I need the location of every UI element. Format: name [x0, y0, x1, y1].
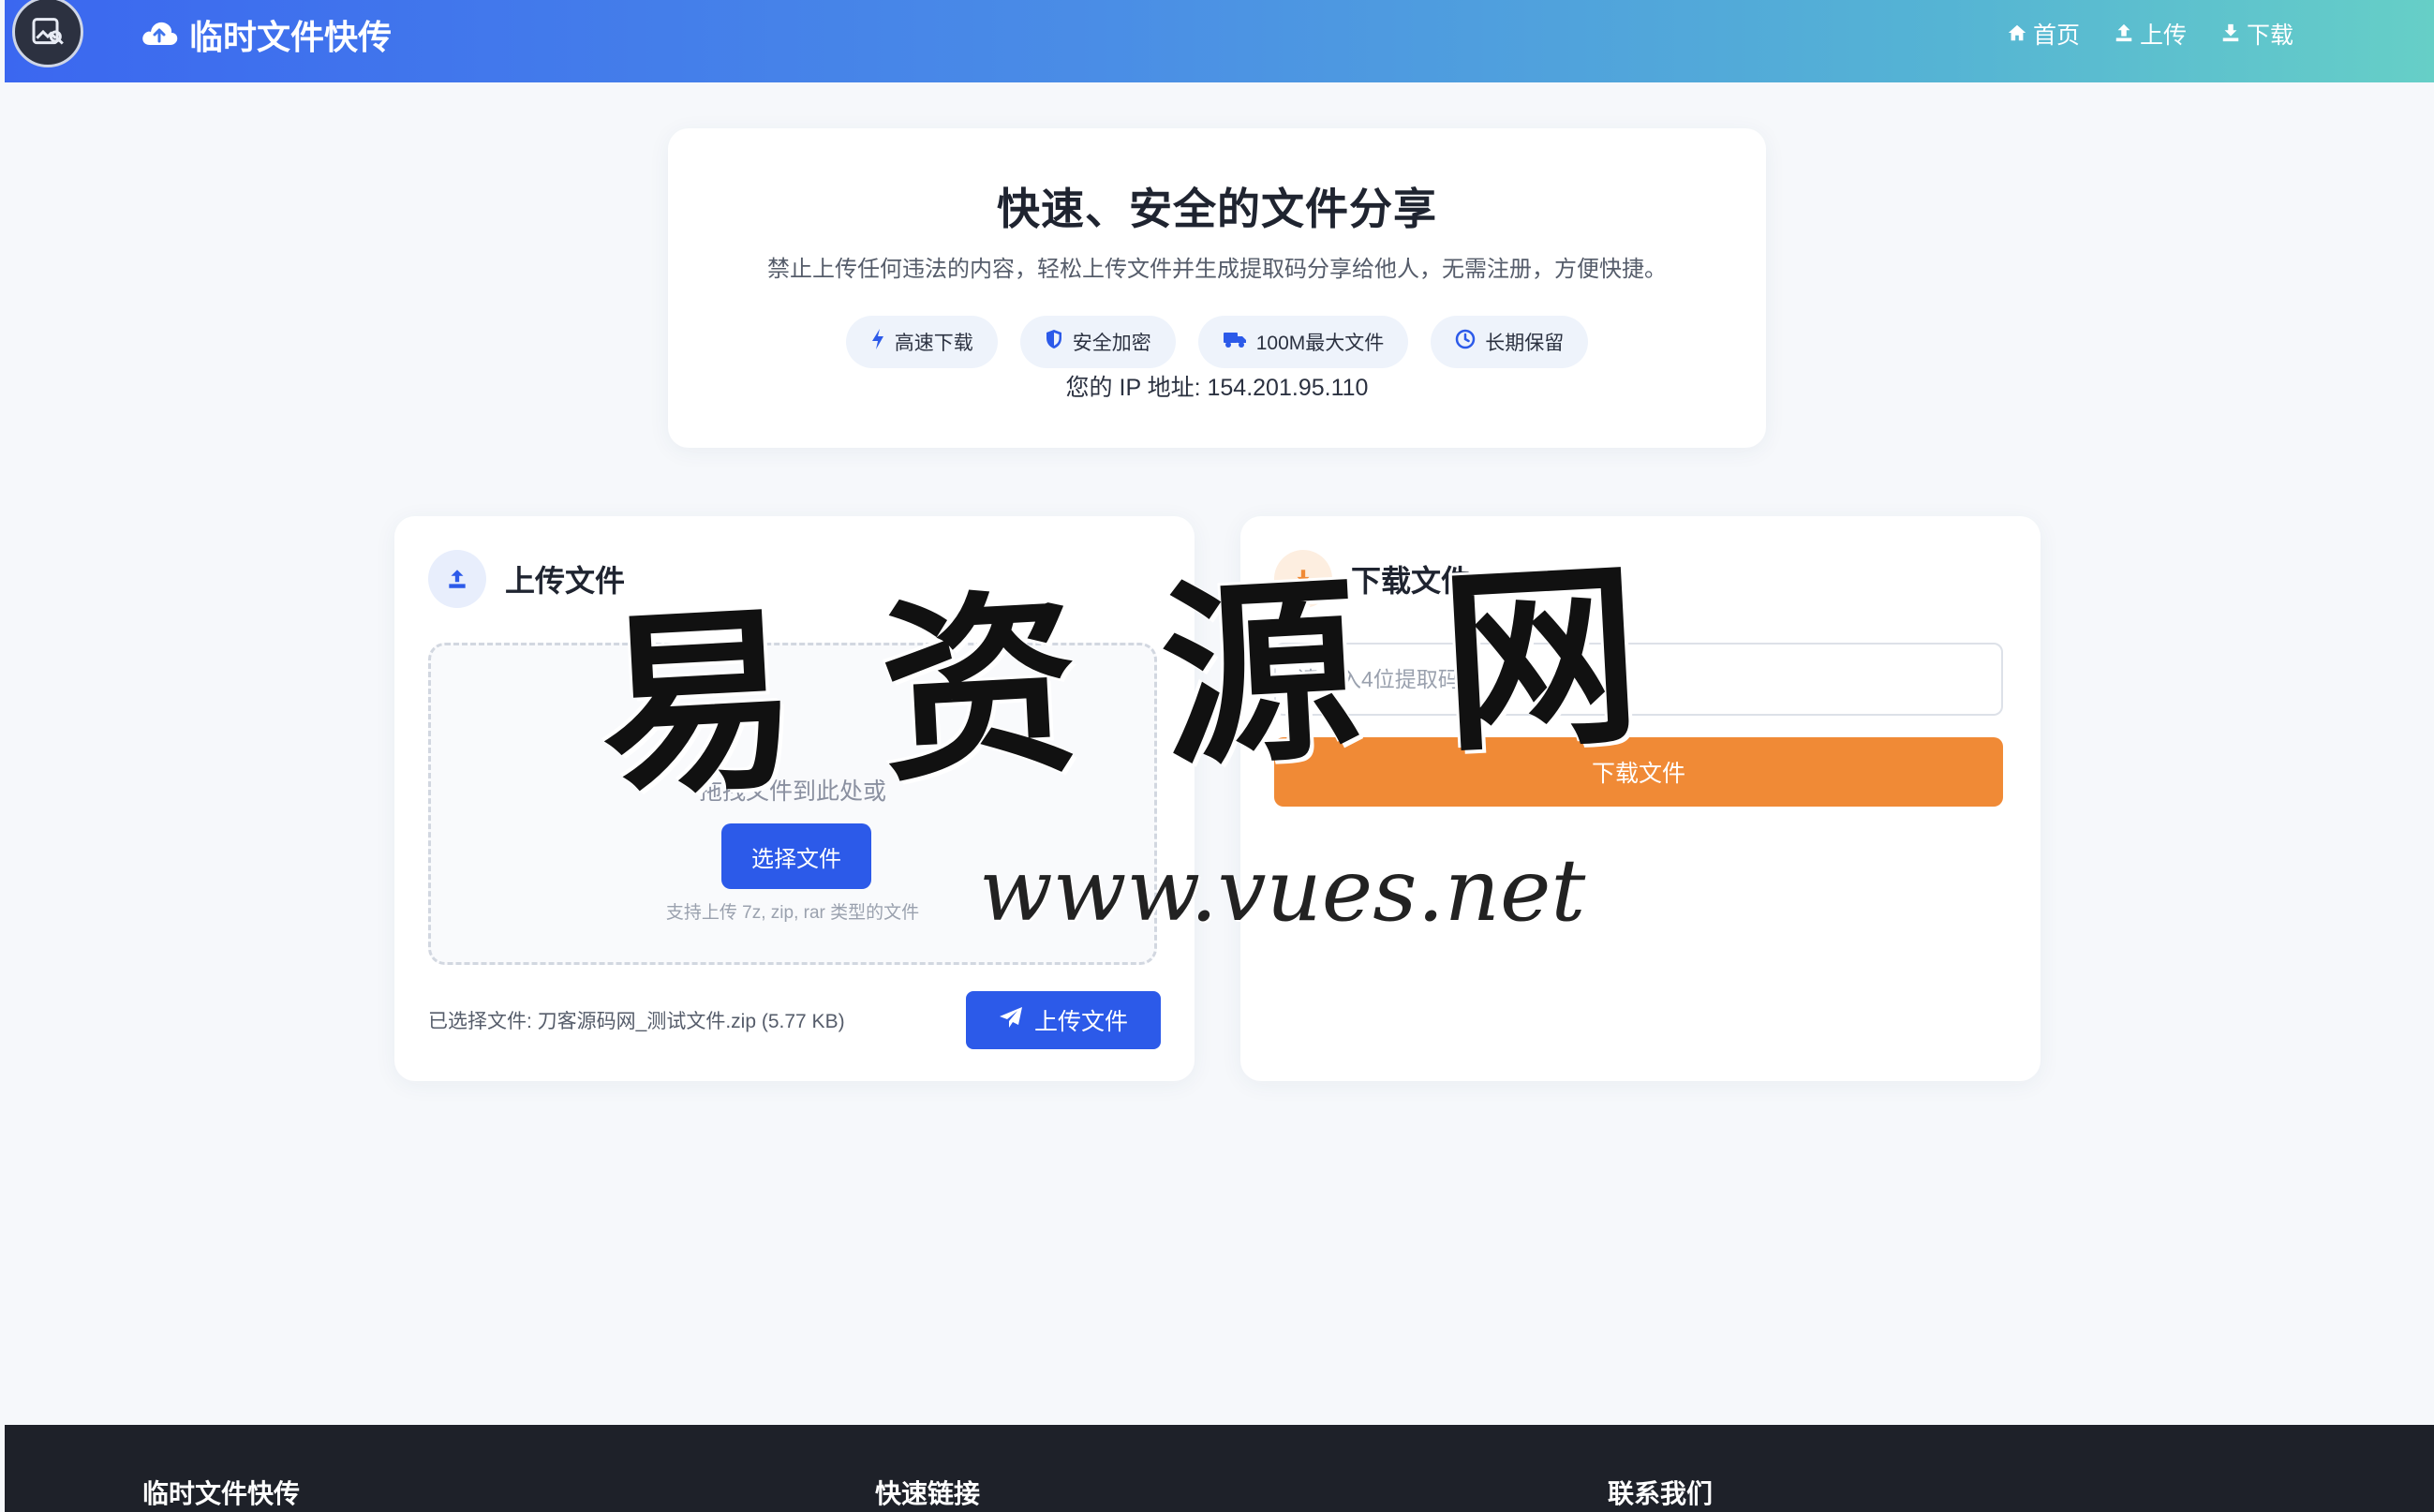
feature-label: 长期保留: [1485, 333, 1565, 354]
nav-upload[interactable]: 上传: [2114, 17, 2187, 54]
feature-retention: 长期保留: [1431, 316, 1589, 368]
home-icon: [2007, 17, 2027, 54]
feature-label: 安全加密: [1072, 333, 1151, 354]
feature-list: 高速下载 安全加密 100M最大文件 长期保留: [668, 316, 1766, 368]
clock-icon: [1455, 329, 1476, 355]
file-type-hint: 支持上传 7z, zip, rar 类型的文件: [665, 903, 920, 923]
upload-submit-label: 上传文件: [1033, 1009, 1128, 1035]
upload-title: 上传文件: [505, 564, 626, 598]
choose-file-button[interactable]: 选择文件: [721, 823, 871, 889]
footer-contact-heading: 联系我们: [1608, 1479, 1714, 1508]
hero-title: 快速、安全的文件分享: [997, 185, 1437, 233]
upload-icon: [428, 550, 486, 608]
download-submit-button[interactable]: 下载文件: [1274, 737, 2003, 807]
footer: 临时文件快传 快速链接 联系我们: [5, 1425, 2434, 1512]
feature-size: 100M最大文件: [1197, 316, 1409, 368]
upload-card-header: 上传文件: [428, 550, 625, 608]
bolt-icon: [870, 328, 885, 356]
brand-logo[interactable]: 临时文件快传: [141, 11, 392, 64]
shield-icon: [1045, 329, 1063, 355]
nav-label: 上传: [2139, 22, 2187, 49]
feature-label: 高速下载: [894, 333, 973, 354]
download-title: 下载文件: [1351, 564, 1472, 598]
image-search-icon[interactable]: [12, 0, 83, 67]
selected-file-info: 已选择文件: 刀客源码网_测试文件.zip (5.77 KB): [428, 1011, 845, 1032]
footer-links-heading: 快速链接: [875, 1479, 981, 1508]
nav-label: 首页: [2032, 22, 2080, 49]
truck-icon: [1223, 330, 1247, 354]
nav-download[interactable]: 下载: [2220, 17, 2293, 54]
feature-label: 100M最大文件: [1255, 333, 1385, 354]
brand-name: 临时文件快传: [189, 18, 393, 56]
nav-home[interactable]: 首页: [2007, 17, 2080, 54]
cloud-upload-icon: [141, 11, 178, 64]
ip-address: 您的 IP 地址: 154.201.95.110: [1065, 375, 1369, 401]
download-icon: [2220, 17, 2241, 54]
extract-code-input[interactable]: [1274, 643, 2003, 716]
feature-speed: 高速下载: [845, 316, 998, 368]
upload-card: 上传文件 拖拽文件到此处或 选择文件 支持上传 7z, zip, rar 类型的…: [394, 516, 1195, 1081]
main-nav: 首页 上传 下载: [2007, 17, 2293, 54]
file-dropzone[interactable]: 拖拽文件到此处或 选择文件 支持上传 7z, zip, rar 类型的文件: [428, 643, 1157, 965]
hero-card: 快速、安全的文件分享 禁止上传任何违法的内容，轻松上传文件并生成提取码分享给他人…: [668, 128, 1766, 448]
download-card-header: 下载文件: [1274, 550, 1471, 608]
upload-icon: [2114, 17, 2134, 54]
nav-label: 下载: [2246, 22, 2293, 49]
upload-submit-button[interactable]: 上传文件: [966, 991, 1161, 1049]
hero-subtitle: 禁止上传任何违法的内容，轻松上传文件并生成提取码分享给他人，无需注册，方便快捷。: [767, 257, 1667, 282]
footer-brand: 临时文件快传: [142, 1479, 301, 1508]
download-card: 下载文件 下载文件: [1240, 516, 2041, 1081]
download-icon: [1274, 550, 1332, 608]
feature-security: 安全加密: [1019, 316, 1176, 368]
paper-plane-icon: [999, 1006, 1023, 1035]
top-header: 临时文件快传 首页 上传 下载: [5, 0, 2434, 82]
drop-text: 拖拽文件到此处或: [698, 778, 886, 805]
